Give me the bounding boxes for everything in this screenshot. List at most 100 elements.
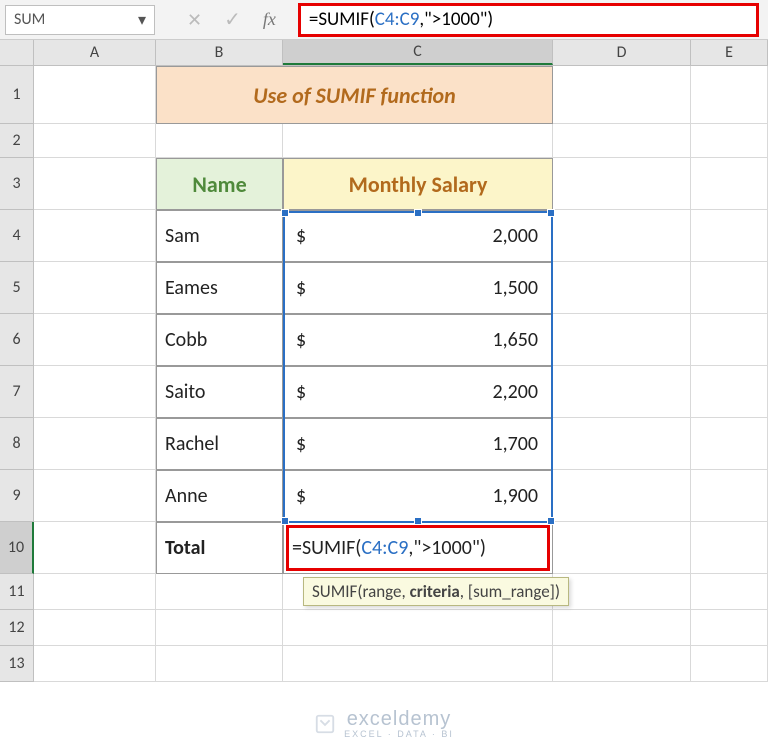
total-formula-cell[interactable]: =SUMIF(C4:C9,">1000") (283, 522, 553, 574)
accept-icon[interactable]: ✓ (224, 7, 241, 32)
row-header[interactable]: 13 (0, 646, 34, 682)
cell[interactable] (553, 522, 691, 574)
currency-symbol: $ (296, 276, 306, 300)
cell[interactable] (553, 470, 691, 522)
select-all-corner[interactable] (0, 40, 34, 65)
formula-input[interactable]: =SUMIF(C4:C9,">1000") (298, 3, 759, 37)
row-header[interactable]: 8 (0, 418, 34, 470)
table-row: 9 Anne $1,900 (0, 470, 768, 522)
cell[interactable] (34, 470, 156, 522)
cell[interactable] (553, 610, 691, 646)
cell[interactable] (34, 210, 156, 262)
cell[interactable] (283, 610, 553, 646)
cell[interactable] (34, 158, 156, 210)
cell[interactable] (34, 646, 156, 682)
cell[interactable] (691, 366, 768, 418)
title-cell[interactable]: Use of SUMIF function (156, 66, 553, 124)
column-header-e[interactable]: E (691, 40, 768, 65)
name-box[interactable]: SUM ▾ (5, 5, 155, 35)
name-cell[interactable]: Cobb (156, 314, 283, 366)
cell[interactable] (691, 66, 768, 124)
cell[interactable] (553, 646, 691, 682)
table-header-salary[interactable]: Monthly Salary (283, 158, 553, 210)
salary-cell[interactable]: $1,500 (283, 262, 553, 314)
name-cell[interactable]: Anne (156, 470, 283, 522)
cell[interactable] (34, 124, 156, 158)
row-header[interactable]: 7 (0, 366, 34, 418)
salary-cell[interactable]: $2,200 (283, 366, 553, 418)
cell[interactable] (553, 262, 691, 314)
cell[interactable] (691, 210, 768, 262)
formula-text-prefix: =SUMIF( (309, 8, 375, 31)
cell[interactable] (691, 158, 768, 210)
cell[interactable] (691, 124, 768, 158)
cell[interactable] (691, 314, 768, 366)
cell[interactable] (553, 418, 691, 470)
column-header-d[interactable]: D (553, 40, 691, 65)
column-header-c[interactable]: C (283, 40, 553, 65)
cell[interactable] (553, 158, 691, 210)
salary-cell[interactable]: $1,900 (283, 470, 553, 522)
column-header-a[interactable]: A (34, 40, 156, 65)
cancel-icon[interactable]: ✕ (187, 9, 202, 31)
name-box-value: SUM (14, 10, 45, 29)
row-header[interactable]: 11 (0, 574, 34, 610)
cell[interactable] (691, 470, 768, 522)
cell[interactable] (691, 646, 768, 682)
row-header[interactable]: 1 (0, 66, 34, 124)
fx-icon[interactable]: fx (263, 9, 276, 30)
cell[interactable] (283, 124, 553, 158)
row-header[interactable]: 12 (0, 610, 34, 646)
cell[interactable] (691, 610, 768, 646)
cell[interactable] (34, 366, 156, 418)
salary-value: 2,000 (492, 224, 538, 248)
cell[interactable] (691, 522, 768, 574)
cell[interactable] (691, 262, 768, 314)
cell[interactable] (283, 646, 553, 682)
cell[interactable] (156, 610, 283, 646)
cell[interactable] (156, 574, 283, 610)
name-cell[interactable]: Saito (156, 366, 283, 418)
cell[interactable] (34, 66, 156, 124)
row-header[interactable]: 10 (0, 522, 34, 574)
cell[interactable] (34, 574, 156, 610)
row-header[interactable]: 3 (0, 158, 34, 210)
row-header[interactable]: 4 (0, 210, 34, 262)
row-12: 12 (0, 610, 768, 646)
name-cell[interactable]: Sam (156, 210, 283, 262)
salary-cell[interactable]: $1,700 (283, 418, 553, 470)
row-13: 13 (0, 646, 768, 682)
cell[interactable] (156, 124, 283, 158)
cell[interactable] (691, 574, 768, 610)
cell[interactable] (691, 418, 768, 470)
name-cell[interactable]: Rachel (156, 418, 283, 470)
cell[interactable] (34, 522, 156, 574)
chevron-down-icon[interactable]: ▾ (138, 10, 146, 30)
row-header[interactable]: 9 (0, 470, 34, 522)
currency-symbol: $ (296, 380, 306, 404)
cell[interactable] (553, 366, 691, 418)
tooltip-after: , [sum_range]) (460, 581, 560, 602)
cell[interactable] (553, 66, 691, 124)
table-row: 4 Sam $2,000 (0, 210, 768, 262)
cell[interactable] (34, 418, 156, 470)
tooltip-bold: criteria (410, 581, 460, 602)
cell[interactable] (553, 124, 691, 158)
cell[interactable] (34, 262, 156, 314)
name-cell[interactable]: Eames (156, 262, 283, 314)
formula-ref: C4:C9 (361, 536, 408, 560)
cell[interactable] (553, 210, 691, 262)
row-header[interactable]: 5 (0, 262, 34, 314)
cell[interactable] (34, 610, 156, 646)
row-header[interactable]: 6 (0, 314, 34, 366)
salary-cell[interactable]: $2,000 (283, 210, 553, 262)
cell[interactable] (553, 314, 691, 366)
table-header-name[interactable]: Name (156, 158, 283, 210)
cell[interactable] (553, 574, 691, 610)
column-header-b[interactable]: B (156, 40, 283, 65)
total-label-cell[interactable]: Total (156, 522, 283, 574)
cell[interactable] (156, 646, 283, 682)
row-header[interactable]: 2 (0, 124, 34, 158)
cell[interactable] (34, 314, 156, 366)
salary-cell[interactable]: $1,650 (283, 314, 553, 366)
